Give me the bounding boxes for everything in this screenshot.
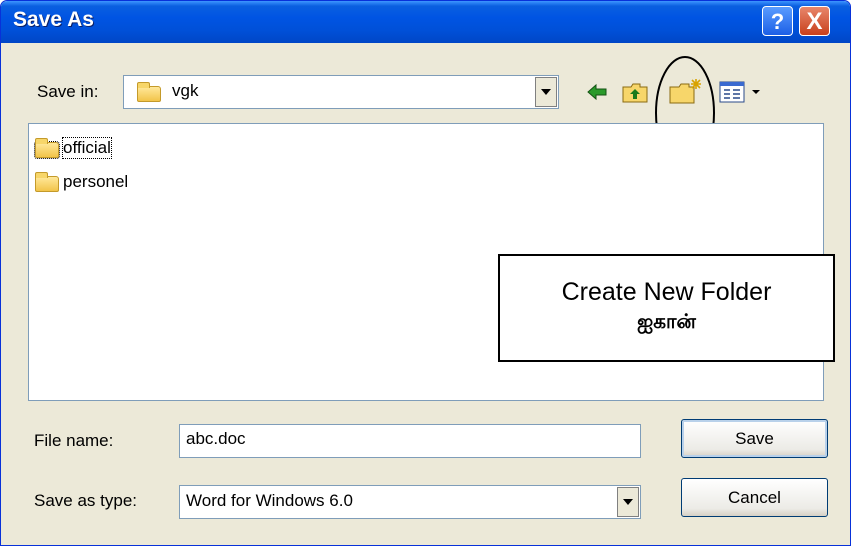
- folder-icon: [137, 82, 161, 102]
- chevron-down-icon[interactable]: [617, 487, 639, 517]
- callout-box: Create New Folder ஐகான்: [498, 254, 835, 362]
- close-button[interactable]: X: [799, 6, 830, 36]
- file-item-label: official: [62, 137, 112, 159]
- up-one-level-icon[interactable]: [622, 81, 648, 103]
- file-item-label: personel: [63, 172, 129, 191]
- save-in-dropdown[interactable]: vgk: [123, 75, 559, 109]
- save-in-label: Save in:: [37, 82, 99, 101]
- save-as-type-label: Save as type:: [34, 491, 138, 510]
- file-name-input[interactable]: abc.doc: [179, 424, 641, 458]
- save-button[interactable]: Save: [681, 419, 828, 458]
- dialog-title: Save As: [13, 8, 94, 31]
- back-arrow-icon[interactable]: [586, 81, 608, 103]
- cancel-button[interactable]: Cancel: [681, 478, 828, 517]
- help-button[interactable]: ?: [762, 6, 793, 36]
- folder-icon: [34, 138, 60, 159]
- file-name-label: File name:: [34, 431, 114, 450]
- save-as-type-dropdown[interactable]: Word for Windows 6.0: [179, 485, 641, 519]
- save-in-value: vgk: [172, 81, 199, 100]
- chevron-down-icon[interactable]: [535, 77, 557, 107]
- folder-icon: [35, 172, 59, 192]
- save-as-dialog: Save As ? X Save in: vgk official person…: [0, 0, 851, 546]
- save-as-type-value: Word for Windows 6.0: [186, 491, 353, 510]
- callout-title: Create New Folder: [561, 278, 772, 306]
- callout-subtitle: ஐகான்: [637, 311, 696, 333]
